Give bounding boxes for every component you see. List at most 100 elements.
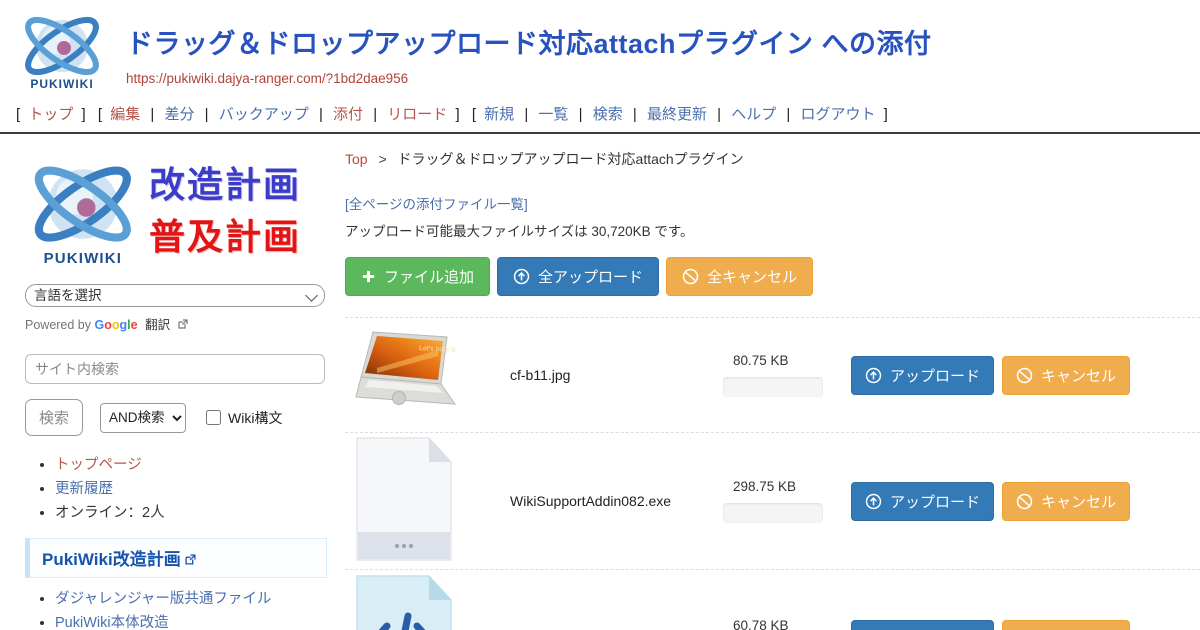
site-search-input[interactable] [25,354,325,384]
language-select[interactable]: 言語を選択 [25,284,325,307]
file-row: contents.html 60.78 KB アップロード キャンセル [345,569,1200,630]
pukiwiki-logo-text: PUKIWIKI [30,77,93,91]
main-content: Top > ドラッグ＆ドロップアップロード対応attachプラグイン [全ページ… [330,134,1200,630]
upload-all-button[interactable]: 全アップロード [497,257,659,296]
sidebar-logo-line1: 改造計画 [149,159,301,211]
upload-all-label: 全アップロード [538,266,643,287]
sidebar-logo-brand: PUKIWIKI [44,250,123,267]
html-file-icon [353,574,455,630]
nav-link-logout[interactable]: ログアウト [800,106,875,123]
nav-separator: | [150,106,154,123]
sidebar-link-core-mods[interactable]: PukiWiki本体改造 [55,615,169,630]
nav-link-top[interactable]: トップ [28,106,73,123]
file-row: WikiSupportAddin082.exe 298.75 KB アップロード… [345,432,1200,569]
nav-bracket: [ [98,106,102,123]
nav-bracket: ] [455,106,459,123]
nav-bracket: ] [82,106,86,123]
sidebar-link-common-files[interactable]: ダジャレンジャー版共通ファイル [55,591,271,607]
translate-label[interactable]: 翻訳 [145,318,170,332]
nav-link-reload[interactable]: リロード [387,106,447,123]
list-item: PukiWiki本体改造 [55,613,355,630]
sidebar-logo[interactable]: PUKIWIKI 改造計画 普及計画 [25,150,330,272]
upload-file-list: Let's note B cf-b11.jpg 80.75 KB アップロード [345,317,1200,630]
sidebar-link-toppage[interactable]: トップページ [55,457,142,473]
nav-link-attach[interactable]: 添付 [333,106,363,123]
max-upload-size-text: アップロード可能最大ファイルサイズは 30,720KB です。 [345,220,1200,240]
upload-button[interactable]: アップロード [851,356,994,395]
sidebar-logo-line2: 普及計画 [149,211,301,263]
cancel-label: キャンセル [1041,491,1116,512]
nav-link-recent[interactable]: 最終更新 [647,106,707,123]
cancel-label: キャンセル [1041,365,1116,386]
nav-separator: | [579,106,583,123]
nav-link-help[interactable]: ヘルプ [731,106,776,123]
nav-link-new[interactable]: 新規 [484,106,514,123]
ban-icon [682,268,699,285]
upload-circle-icon [865,493,882,510]
file-size: 298.75 KB [733,479,835,494]
upload-toolbar: ファイル追加 全アップロード 全キャンセル [345,257,1200,296]
upload-circle-icon [865,367,882,384]
laptop-thumbnail: Let's note B [353,328,469,418]
nav-link-list[interactable]: 一覧 [538,106,568,123]
add-file-label: ファイル追加 [384,266,474,287]
upload-label: アップロード [890,491,980,512]
all-pages-attachment-list-link[interactable]: [全ページの添付ファイル一覧] [345,193,528,213]
sidebar-link-history[interactable]: 更新履歴 [55,481,113,497]
progress-bar [723,503,823,523]
upload-circle-icon [513,268,530,285]
sidebar-menu: ダジャレンジャー版共通ファイル PukiWiki本体改造 PukiWikiテキス… [25,589,355,630]
nav-bracket: ] [884,106,888,123]
nav-link-search[interactable]: 検索 [593,106,623,123]
upload-button[interactable]: アップロード [851,482,994,521]
breadcrumb-home-link[interactable]: Top [345,151,368,167]
cancel-button[interactable]: キャンセル [1002,356,1130,395]
page-header: PUKIWIKI ドラッグ＆ドロップアップロード対応attachプラグイン への… [0,0,1200,96]
page-title: ドラッグ＆ドロップアップロード対応attachプラグイン への添付 [126,22,932,61]
cancel-all-label: 全キャンセル [707,266,797,287]
sidebar-quick-links: トップページ 更新履歴 オンライン：2人 [25,455,330,524]
file-name: WikiSupportAddin082.exe [510,493,723,509]
cancel-button[interactable]: キャンセル [1002,482,1130,521]
search-mode-select[interactable]: AND検索 [100,403,186,433]
breadcrumb-separator: > [378,151,386,167]
file-name: cf-b11.jpg [510,367,723,383]
progress-bar [723,377,823,397]
google-wordmark: Google [95,318,138,332]
top-navbar: [ トップ ] [ 編集 | 差分 | バックアップ | 添付 | リロード ]… [0,96,1200,134]
ban-icon [1016,367,1033,384]
external-link-icon [185,554,196,565]
pukiwiki-logo-icon[interactable]: PUKIWIKI [12,8,114,94]
add-file-button[interactable]: ファイル追加 [345,257,490,296]
list-item: オンライン：2人 [55,503,330,525]
nav-separator: | [524,106,528,123]
cancel-button[interactable]: キャンセル [1002,620,1130,630]
nav-separator: | [633,106,637,123]
ban-icon [1016,493,1033,510]
nav-separator: | [319,106,323,123]
pukiwiki-atom-icon: PUKIWIKI [25,152,143,270]
nav-bracket: [ [472,106,476,123]
page-url-link[interactable]: https://pukiwiki.dajya-ranger.com/?1bd2d… [126,71,408,86]
nav-separator: | [786,106,790,123]
search-button[interactable]: 検索 [25,399,83,436]
generic-file-icon [353,436,455,562]
nav-link-diff[interactable]: 差分 [164,106,194,123]
sidebar: PUKIWIKI 改造計画 普及計画 言語を選択 Powered by Goog… [0,134,330,630]
breadcrumb: Top > ドラッグ＆ドロップアップロード対応attachプラグイン [345,149,1200,169]
list-item: ダジャレンジャー版共通ファイル [55,589,355,609]
sidebar-section-title[interactable]: PukiWiki改造計画 [42,550,181,569]
nav-bracket: [ [16,106,20,123]
plus-icon [361,269,376,284]
breadcrumb-current: ドラッグ＆ドロップアップロード対応attachプラグイン [398,151,744,167]
nav-separator: | [373,106,377,123]
nav-link-edit[interactable]: 編集 [110,106,140,123]
wiki-syntax-checkbox[interactable] [206,410,221,425]
cancel-all-button[interactable]: 全キャンセル [666,257,813,296]
sidebar-section-box: PukiWiki改造計画 [25,538,327,578]
nav-separator: | [717,106,721,123]
file-row: Let's note B cf-b11.jpg 80.75 KB アップロード [345,317,1200,432]
list-item: トップページ [55,455,330,477]
nav-link-backup[interactable]: バックアップ [219,106,309,123]
upload-button[interactable]: アップロード [851,620,994,630]
